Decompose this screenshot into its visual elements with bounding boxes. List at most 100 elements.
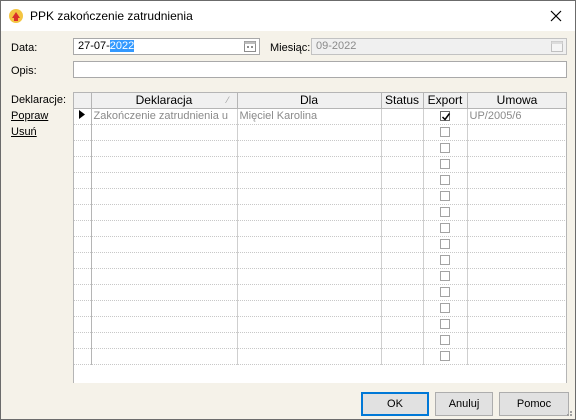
empty-row[interactable]	[74, 332, 566, 349]
cell-dla[interactable]	[237, 188, 382, 205]
cell-status[interactable]	[381, 172, 424, 189]
cell-dla[interactable]	[237, 284, 382, 301]
empty-row[interactable]	[74, 140, 566, 157]
cell-umowa[interactable]	[467, 220, 566, 237]
popraw-link[interactable]: Popraw	[11, 110, 48, 122]
cell-umowa[interactable]	[467, 284, 566, 301]
empty-row[interactable]	[74, 236, 566, 253]
export-checkbox[interactable]	[440, 127, 450, 138]
cell-export[interactable]	[423, 124, 468, 141]
export-checkbox[interactable]	[440, 351, 450, 362]
export-checkbox[interactable]	[440, 143, 450, 154]
table-row[interactable]: Zakończenie zatrudnienia u Mięciel Karol…	[74, 108, 566, 125]
empty-row[interactable]	[74, 300, 566, 317]
cell-deklaracja[interactable]	[91, 332, 238, 349]
empty-row[interactable]	[74, 316, 566, 333]
empty-row[interactable]	[74, 268, 566, 285]
cell-status[interactable]	[381, 108, 424, 125]
export-checkbox[interactable]	[440, 223, 450, 234]
empty-row[interactable]	[74, 284, 566, 301]
cell-status[interactable]	[381, 284, 424, 301]
cell-dla[interactable]: Mięciel Karolina	[237, 108, 382, 125]
export-checkbox[interactable]	[440, 271, 450, 282]
cell-export[interactable]	[423, 268, 468, 285]
deklaracje-grid[interactable]: Deklaracja ⁄ Dla Status Export Umowa Zako…	[73, 92, 567, 404]
column-header-export[interactable]: Export	[423, 93, 468, 109]
empty-row[interactable]	[74, 188, 566, 205]
cell-export[interactable]	[423, 348, 468, 365]
cell-export[interactable]	[423, 188, 468, 205]
cell-export[interactable]	[423, 108, 468, 125]
cell-dla[interactable]	[237, 172, 382, 189]
cell-deklaracja[interactable]	[91, 124, 238, 141]
cell-status[interactable]	[381, 124, 424, 141]
export-checkbox[interactable]	[440, 175, 450, 186]
cell-status[interactable]	[381, 220, 424, 237]
cell-deklaracja[interactable]	[91, 156, 238, 173]
empty-row[interactable]	[74, 220, 566, 237]
cell-deklaracja[interactable]	[91, 172, 238, 189]
close-icon[interactable]	[547, 7, 565, 25]
cell-umowa[interactable]	[467, 124, 566, 141]
cell-export[interactable]	[423, 220, 468, 237]
empty-row[interactable]	[74, 172, 566, 189]
column-header-deklaracja[interactable]: Deklaracja ⁄	[91, 93, 238, 109]
cell-deklaracja[interactable]	[91, 188, 238, 205]
cell-export[interactable]	[423, 252, 468, 269]
export-checkbox[interactable]	[440, 335, 450, 346]
cancel-button[interactable]: Anuluj	[435, 392, 493, 416]
empty-row[interactable]	[74, 252, 566, 269]
cell-umowa[interactable]	[467, 172, 566, 189]
cell-dla[interactable]	[237, 220, 382, 237]
cell-umowa[interactable]	[467, 188, 566, 205]
empty-row[interactable]	[74, 156, 566, 173]
cell-status[interactable]	[381, 252, 424, 269]
export-checkbox[interactable]	[440, 303, 450, 314]
cell-umowa[interactable]	[467, 332, 566, 349]
cell-status[interactable]	[381, 332, 424, 349]
cell-umowa[interactable]	[467, 156, 566, 173]
cell-dla[interactable]	[237, 140, 382, 157]
cell-deklaracja[interactable]	[91, 284, 238, 301]
cell-deklaracja[interactable]	[91, 236, 238, 253]
export-checkbox[interactable]	[440, 159, 450, 170]
cell-dla[interactable]	[237, 236, 382, 253]
cell-dla[interactable]	[237, 252, 382, 269]
export-checkbox[interactable]	[440, 319, 450, 330]
cell-status[interactable]	[381, 300, 424, 317]
cell-status[interactable]	[381, 236, 424, 253]
cell-export[interactable]	[423, 316, 468, 333]
usun-link[interactable]: Usuń	[11, 126, 37, 138]
cell-umowa[interactable]	[467, 348, 566, 365]
cell-status[interactable]	[381, 316, 424, 333]
cell-status[interactable]	[381, 268, 424, 285]
cell-umowa[interactable]	[467, 236, 566, 253]
cell-umowa[interactable]	[467, 300, 566, 317]
cell-export[interactable]	[423, 156, 468, 173]
cell-dla[interactable]	[237, 316, 382, 333]
cell-deklaracja[interactable]	[91, 252, 238, 269]
cell-dla[interactable]	[237, 332, 382, 349]
cell-status[interactable]	[381, 156, 424, 173]
cell-status[interactable]	[381, 348, 424, 365]
export-checkbox[interactable]	[440, 287, 450, 298]
cell-export[interactable]	[423, 204, 468, 221]
cell-dla[interactable]	[237, 156, 382, 173]
cell-umowa[interactable]	[467, 140, 566, 157]
cell-dla[interactable]	[237, 348, 382, 365]
ok-button[interactable]: OK	[361, 392, 429, 416]
column-header-status[interactable]: Status	[381, 93, 424, 109]
cell-umowa[interactable]	[467, 316, 566, 333]
cell-status[interactable]	[381, 204, 424, 221]
cell-export[interactable]	[423, 172, 468, 189]
cell-umowa[interactable]	[467, 204, 566, 221]
cell-status[interactable]	[381, 188, 424, 205]
cell-dla[interactable]	[237, 300, 382, 317]
empty-row[interactable]	[74, 124, 566, 141]
cell-deklaracja[interactable]	[91, 220, 238, 237]
export-checkbox[interactable]	[440, 255, 450, 266]
cell-dla[interactable]	[237, 204, 382, 221]
cell-deklaracja[interactable]	[91, 204, 238, 221]
cell-dla[interactable]	[237, 124, 382, 141]
export-checkbox[interactable]	[440, 111, 451, 122]
